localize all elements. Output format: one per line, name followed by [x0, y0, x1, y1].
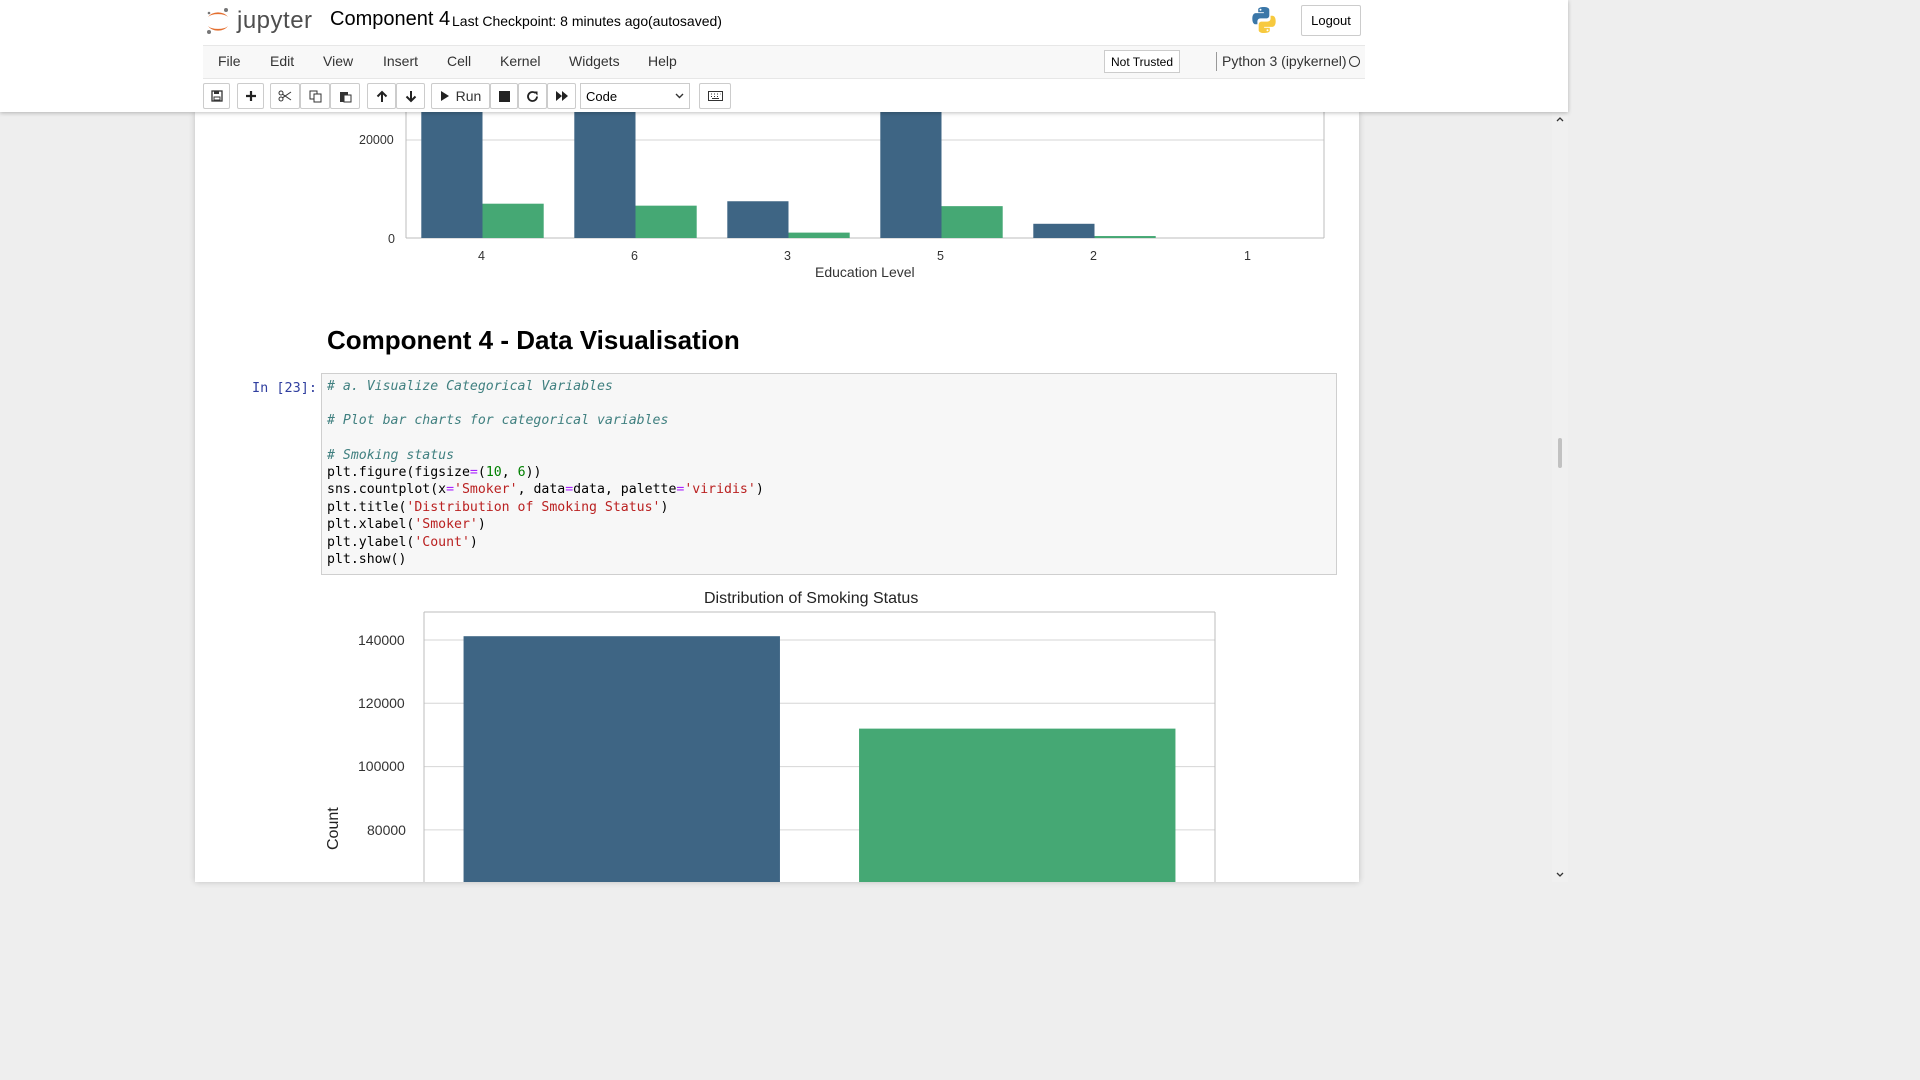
arrow-down-icon: [405, 90, 416, 102]
kernel-name[interactable]: Python 3 (ipykernel): [1222, 53, 1347, 69]
bar: [859, 728, 1176, 882]
scroll-down-icon: [1556, 872, 1564, 877]
code-line: # a. Visualize Categorical Variables: [327, 379, 613, 394]
y-tick-label: 100000: [358, 758, 405, 774]
menu-cell[interactable]: Cell: [447, 53, 471, 69]
checkpoint-status: Last Checkpoint: 8 minutes ago: [452, 13, 649, 29]
code-line: # Plot bar charts for categorical variab…: [327, 413, 669, 428]
bar: [1033, 223, 1095, 238]
move-up-button[interactable]: [367, 83, 396, 109]
copy-button[interactable]: [300, 83, 330, 109]
save-icon: [210, 90, 223, 102]
code-line: plt.figure(figsize=(10, 6)): [327, 465, 542, 480]
brand-name: jupyter: [237, 7, 313, 34]
command-palette-button[interactable]: [699, 83, 731, 109]
x-tick-label: 3: [784, 249, 791, 263]
scrollbar[interactable]: [1552, 112, 1568, 882]
menu-view[interactable]: View: [323, 53, 353, 69]
restart-icon: [527, 90, 538, 102]
insert-cell-button[interactable]: [237, 83, 264, 109]
x-tick-label: 1: [1244, 249, 1251, 263]
chart-title: Distribution of Smoking Status: [704, 590, 919, 607]
scrollbar-thumb[interactable]: [1558, 438, 1562, 468]
plus-icon: [245, 91, 256, 101]
run-button[interactable]: Run: [431, 83, 490, 109]
menu-widgets[interactable]: Widgets: [569, 53, 620, 69]
jupyter-logo-icon: [207, 8, 228, 34]
restart-button[interactable]: [518, 83, 547, 109]
y-tick-label: 80000: [367, 822, 406, 838]
scroll-up-icon: [1556, 117, 1564, 122]
y-tick-label: 120000: [358, 695, 405, 711]
x-tick-label: 4: [478, 249, 485, 263]
kernel-idle-icon: [1349, 56, 1360, 67]
python-logo-icon: [1252, 7, 1276, 33]
scissors-icon: [278, 90, 292, 102]
code-line: plt.xlabel('Smoker'): [327, 517, 486, 532]
code-line: sns.countplot(x='Smoker', data=data, pal…: [327, 482, 764, 497]
menu-edit[interactable]: Edit: [270, 53, 294, 69]
notebook-name[interactable]: Component 4: [330, 8, 450, 31]
move-down-button[interactable]: [396, 83, 425, 109]
bar: [1094, 236, 1156, 238]
interrupt-button[interactable]: [490, 83, 518, 109]
arrow-up-icon: [376, 90, 387, 102]
save-button[interactable]: [203, 83, 230, 109]
bar: [482, 203, 544, 238]
x-tick-label: 5: [937, 249, 944, 263]
chevron-down-icon: [675, 93, 684, 99]
code-line: plt.ylabel('Count'): [327, 535, 478, 550]
jupyter-logo[interactable]: jupyter: [205, 4, 313, 38]
run-label: Run: [455, 88, 482, 104]
code-cell-input[interactable]: # a. Visualize Categorical Variables # P…: [321, 373, 1337, 575]
bar: [421, 112, 483, 238]
notebook-header: jupyter Component 4 Last Checkpoint: 8 m…: [0, 0, 1568, 112]
fast-forward-icon: [555, 91, 568, 101]
bar: [463, 636, 780, 882]
autosave-status: (autosaved): [648, 13, 722, 29]
y-axis-label: Count: [325, 807, 342, 850]
menu-kernel[interactable]: Kernel: [500, 53, 540, 69]
bar: [635, 205, 697, 238]
section-heading: Component 4 - Data Visualisation: [327, 325, 740, 355]
not-trusted-button[interactable]: Not Trusted: [1104, 50, 1180, 73]
y-tick-label: 20000: [359, 133, 394, 147]
code-line: plt.show(): [327, 552, 407, 567]
cell-prompt: In [23]:: [252, 380, 318, 396]
cut-button[interactable]: [270, 83, 300, 109]
bar: [880, 112, 942, 238]
stop-icon: [498, 90, 510, 102]
menu-insert[interactable]: Insert: [383, 53, 418, 69]
menu-bar: File Edit View Insert Cell Kernel Widget…: [203, 45, 1365, 79]
code-line: # Smoking status: [327, 448, 455, 463]
code-line: plt.title('Distribution of Smoking Statu…: [327, 500, 669, 515]
menu-help[interactable]: Help: [648, 53, 677, 69]
paste-icon: [339, 91, 351, 102]
copy-icon: [309, 90, 321, 102]
cell-type-value: Code: [586, 88, 618, 104]
restart-run-all-button[interactable]: [547, 83, 576, 109]
cell-type-select[interactable]: Code: [580, 83, 690, 109]
keyboard-icon: [707, 91, 723, 101]
x-tick-label: 6: [631, 249, 638, 263]
bar: [574, 112, 636, 238]
bar: [727, 201, 789, 238]
y-tick-label: 0: [388, 232, 395, 246]
bar: [788, 232, 850, 238]
play-icon: [440, 91, 449, 101]
notebook-container: 20000 0 4 6 3 5 2 1 Education Level Comp…: [195, 112, 1359, 882]
bar: [941, 206, 1003, 238]
menu-file[interactable]: File: [218, 53, 241, 69]
x-axis-label: Education Level: [815, 264, 915, 280]
logout-button[interactable]: Logout: [1301, 5, 1361, 36]
kernel-separator: [1216, 52, 1217, 71]
paste-button[interactable]: [330, 83, 360, 109]
y-tick-label: 140000: [358, 632, 405, 648]
x-tick-label: 2: [1090, 249, 1097, 263]
